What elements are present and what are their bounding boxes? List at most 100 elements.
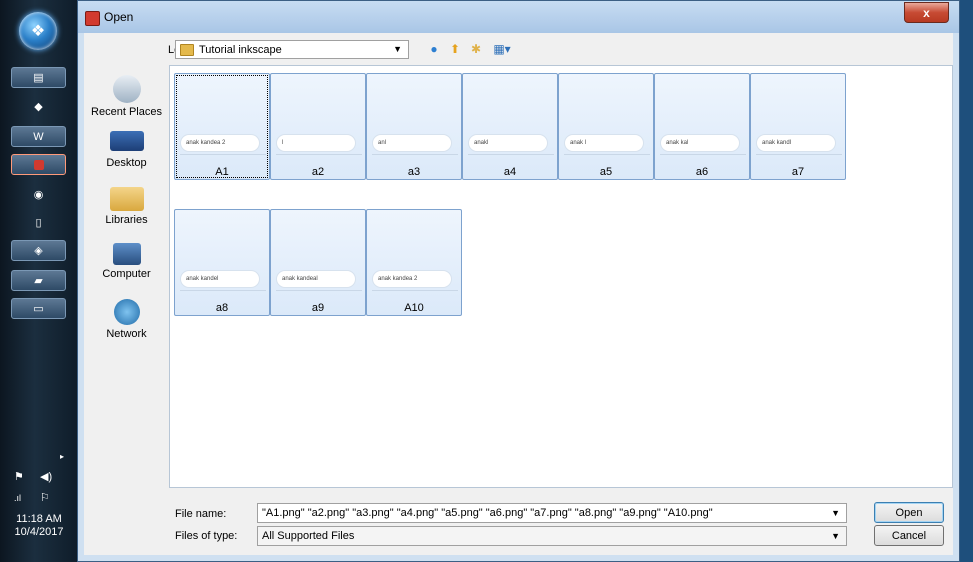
tray-expand-icon[interactable]: ▸ <box>60 452 64 461</box>
clock-date: 10/4/2017 <box>14 526 64 538</box>
file-thumbnail[interactable]: anl a3 <box>366 73 462 180</box>
file-name-value: "A1.png" "a2.png" "a3.png" "a4.png" "a5.… <box>262 507 713 519</box>
taskbar-chrome-icon[interactable]: ◉ <box>11 184 66 205</box>
taskbar-inkscape-icon[interactable] <box>11 154 66 175</box>
thumbnail-divider <box>372 290 458 291</box>
thumbnail-preview: anak kandea 2 <box>372 270 452 288</box>
libraries-icon <box>109 187 144 211</box>
title-bar[interactable]: Open x <box>78 1 959 33</box>
inkscape-app-icon <box>85 11 100 26</box>
up-folder-icon[interactable]: ⬆ <box>447 41 463 57</box>
thumbnail-preview: anakl <box>468 134 548 152</box>
file-thumbnail[interactable]: anak kandea 2 A10 <box>366 209 462 316</box>
thumbnail-preview: anl <box>372 134 452 152</box>
file-thumbnail[interactable]: anak kandeal a9 <box>270 209 366 316</box>
dialog-body: Look in: Tutorial inkscape ▼ ● ⬆ ✱ ▦▾ Re… <box>84 33 953 555</box>
thumbnail-divider <box>372 154 458 155</box>
file-name: a4 <box>503 166 517 178</box>
open-dialog: Open x Look in: Tutorial inkscape ▼ ● ⬆ … <box>77 0 960 562</box>
network-signal-icon[interactable]: .ıl <box>14 493 21 503</box>
taskbar-explorer-icon[interactable]: ▤ <box>11 67 66 88</box>
file-name: A1 <box>215 166 229 178</box>
thumbnail-preview: anak kal <box>660 134 740 152</box>
dialog-title: Open <box>104 10 134 24</box>
place-desktop[interactable]: Desktop <box>84 131 169 169</box>
thumbnail-divider <box>564 154 650 155</box>
file-name: a3 <box>407 166 421 178</box>
file-name-input[interactable]: "A1.png" "a2.png" "a3.png" "a4.png" "a5.… <box>257 503 847 523</box>
thumbnail-preview: anak kandea 2 <box>180 134 260 152</box>
place-label: Network <box>106 328 147 340</box>
file-type-value: All Supported Files <box>262 530 355 542</box>
volume-icon[interactable]: ◀) <box>40 470 52 483</box>
place-label: Desktop <box>106 157 147 169</box>
file-name: a8 <box>215 302 229 314</box>
file-type-label: Files of type: <box>175 530 238 542</box>
action-center-icon[interactable]: ⚑ <box>14 470 24 483</box>
file-thumbnail[interactable]: anak kandel a8 <box>174 209 270 316</box>
place-computer[interactable]: Computer <box>84 243 169 280</box>
thumbnail-preview: anak kandeal <box>276 270 356 288</box>
file-thumbnail[interactable]: anak kandea 2 A1 <box>174 73 270 180</box>
thumbnail-preview: anak kandl <box>756 134 836 152</box>
thumbnail-divider <box>660 154 746 155</box>
desktop-icon <box>109 131 144 151</box>
thumbnail-preview: anak l <box>564 134 644 152</box>
place-label: Recent Places <box>91 106 162 118</box>
close-button[interactable]: x <box>904 2 949 23</box>
cancel-button[interactable]: Cancel <box>874 525 944 546</box>
file-thumbnail[interactable]: anakl a4 <box>462 73 558 180</box>
file-name: a6 <box>695 166 709 178</box>
windows-logo-icon: ❖ <box>30 23 46 40</box>
open-button[interactable]: Open <box>874 502 944 523</box>
flag-icon[interactable]: ⚐ <box>40 491 50 504</box>
new-folder-icon[interactable]: ✱ <box>468 41 484 57</box>
file-thumbnail[interactable]: l a2 <box>270 73 366 180</box>
taskbar: ❖ ▤ ◆ W ◉ ▯ ◈ ▰ ▭ ▸ ⚑ ◀) .ıl ⚐ 11:18 AM … <box>0 0 78 562</box>
taskbar-display-icon[interactable]: ▭ <box>11 298 66 319</box>
look-in-value: Tutorial inkscape <box>199 43 282 56</box>
thumbnail-divider <box>180 154 266 155</box>
file-name: a2 <box>311 166 325 178</box>
thumbnail-divider <box>180 290 266 291</box>
chevron-down-icon[interactable]: ▼ <box>831 508 840 518</box>
close-icon: x <box>923 5 930 20</box>
clock[interactable]: 11:18 AM 10/4/2017 <box>4 513 74 539</box>
thumbnail-divider <box>756 154 842 155</box>
file-list-view[interactable]: anak kandea 2 A1 l a2 anl a3 anakl a4 an… <box>169 65 953 488</box>
file-type-dropdown[interactable]: All Supported Files ▼ <box>257 526 847 546</box>
thumbnail-divider <box>276 154 362 155</box>
folder-icon <box>180 43 194 56</box>
file-thumbnail[interactable]: anak l a5 <box>558 73 654 180</box>
clock-time: 11:18 AM <box>16 513 62 525</box>
recent-places-icon <box>112 75 141 103</box>
taskbar-document-icon[interactable]: ▯ <box>11 212 66 233</box>
place-libraries[interactable]: Libraries <box>84 187 169 226</box>
taskbar-word-icon[interactable]: W <box>11 126 66 147</box>
thumbnail-divider <box>276 290 362 291</box>
thumbnail-preview: l <box>276 134 356 152</box>
view-menu-icon[interactable]: ▦▾ <box>490 41 514 57</box>
file-thumbnail[interactable]: anak kandl a7 <box>750 73 846 180</box>
chevron-down-icon: ▼ <box>831 531 840 541</box>
taskbar-app-icon[interactable]: ◈ <box>11 240 66 261</box>
chevron-down-icon: ▼ <box>393 44 402 54</box>
start-button[interactable]: ❖ <box>19 12 57 50</box>
file-name: A10 <box>404 302 424 314</box>
place-recent-places[interactable]: Recent Places <box>84 75 169 118</box>
file-thumbnail[interactable]: anak kal a6 <box>654 73 750 180</box>
place-network[interactable]: Network <box>84 299 169 340</box>
network-icon <box>113 299 140 325</box>
file-name-label: File name: <box>175 508 227 520</box>
desktop-background <box>960 0 973 562</box>
file-name: a9 <box>311 302 325 314</box>
back-icon[interactable]: ● <box>426 41 442 57</box>
look-in-dropdown[interactable]: Tutorial inkscape ▼ <box>175 40 409 59</box>
taskbar-folder-icon[interactable]: ▰ <box>11 270 66 291</box>
file-name: a5 <box>599 166 613 178</box>
taskbar-browser-icon[interactable]: ◆ <box>11 96 66 117</box>
file-name: a7 <box>791 166 805 178</box>
place-label: Libraries <box>105 214 148 226</box>
place-label: Computer <box>102 268 151 280</box>
thumbnail-preview: anak kandel <box>180 270 260 288</box>
